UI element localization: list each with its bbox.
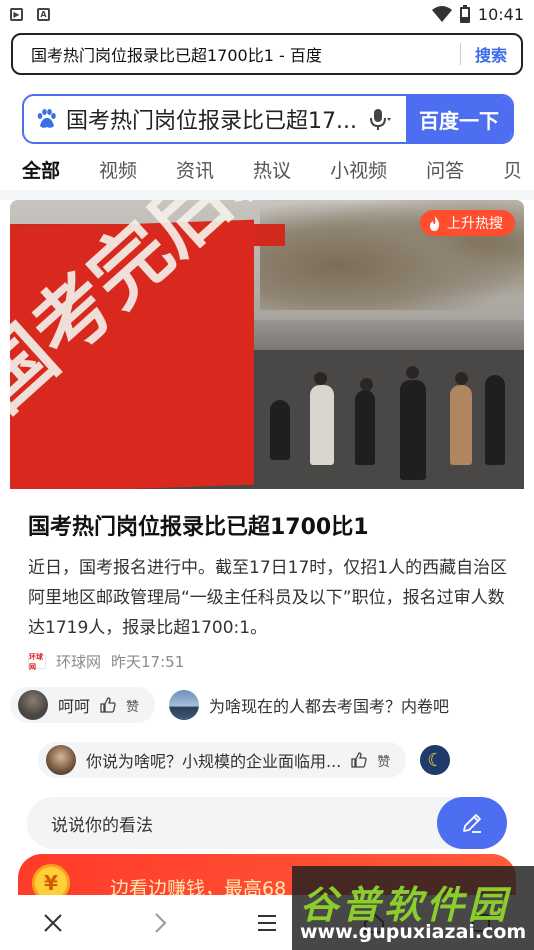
comment-chip[interactable]: ☾ [420, 742, 451, 778]
news-title[interactable]: 国考热门岗位报录比已超1700比1 [10, 509, 524, 541]
comment-text: 为啥现在的人都去考国考？内卷吧 [209, 697, 450, 716]
battery-icon [459, 5, 470, 23]
news-photo[interactable]: 国考完后就去 上升热搜 [10, 200, 524, 489]
comment-chip[interactable]: 你说为啥呢？小规模的企业面临用... 赞 [38, 742, 407, 778]
search-input[interactable]: 国考热门岗位报录比已超17... [24, 96, 406, 142]
comment-chip[interactable]: 为啥现在的人都去考国考？内卷吧 [169, 687, 466, 723]
search-box: 国考热门岗位报录比已超17... 百度一下 [22, 94, 514, 144]
source-logo: 环球网 [28, 653, 46, 671]
comment-row-1: 呵呵 赞 为啥现在的人都去考国考？内卷吧 [10, 687, 534, 723]
address-divider [459, 43, 461, 65]
like-label[interactable]: 赞 [126, 696, 139, 715]
like-label[interactable]: 赞 [377, 751, 390, 770]
news-description: 近日，国考报名进行中。截至17日17时，仅招1人的西藏自治区阿里地区邮政管理局“… [28, 558, 508, 638]
hot-search-label: 上升热搜 [447, 216, 503, 232]
address-bar-text[interactable]: 国考热门岗位报录比已超1700比1 - 百度 [31, 42, 460, 66]
search-query[interactable]: 国考热门岗位报录比已超17... [66, 103, 358, 135]
tab-discussion[interactable]: 热议 [253, 152, 291, 188]
news-card[interactable]: 国考完后就去 上升热搜 国考热门岗位报录比已超1700比1 近日，国考报名进行中… [10, 200, 524, 900]
mic-icon[interactable] [366, 106, 392, 132]
tab-news[interactable]: 资讯 [176, 152, 214, 188]
pencil-icon [463, 814, 481, 833]
write-comment-button[interactable] [437, 797, 507, 849]
avatar [169, 690, 200, 720]
thumb-up-icon[interactable] [351, 752, 367, 768]
tab-all[interactable]: 全部 [22, 152, 60, 188]
address-bar[interactable]: 国考热门岗位报录比已超1700比1 - 百度 搜索 [11, 33, 523, 75]
comment-chip[interactable]: 呵呵 赞 [10, 687, 156, 723]
section-divider [0, 190, 534, 200]
tab-qa[interactable]: 问答 [426, 152, 464, 188]
clock: 10:41 [477, 4, 524, 24]
play-icon: ▶ [10, 7, 23, 21]
thumb-up-icon[interactable] [100, 697, 116, 713]
watermark-url: www.gupuxiazai.com [300, 921, 527, 943]
tab-more[interactable]: 贝 [503, 152, 522, 188]
a-icon: A [37, 7, 50, 21]
comment-row-2: 你说为啥呢？小规模的企业面临用... 赞 ☾ [10, 742, 534, 778]
avatar [46, 745, 76, 775]
fire-icon [430, 215, 440, 231]
tab-short-video[interactable]: 小视频 [330, 152, 387, 188]
crowd-person [485, 375, 505, 465]
address-search-button[interactable]: 搜索 [475, 42, 507, 66]
comment-placeholder: 说说你的看法 [51, 815, 153, 836]
crowd-person [355, 390, 375, 465]
status-bar: ▶ A 10:41 [0, 0, 534, 28]
comment-text: 你说为啥呢？小规模的企业面临用... [86, 752, 342, 771]
news-source: 环球网 环球网 昨天17:51 [10, 651, 524, 672]
crowd-person [400, 380, 426, 480]
result-tabs: 全部 视频 资讯 热议 小视频 问答 贝 [22, 152, 534, 188]
hot-search-badge: 上升热搜 [420, 210, 515, 236]
moon-avatar: ☾ [420, 745, 451, 775]
tab-video[interactable]: 视频 [99, 152, 137, 188]
comment-text: 呵呵 [58, 697, 91, 716]
baidu-search-button[interactable]: 百度一下 [406, 96, 512, 142]
crowd-person [310, 385, 334, 465]
comment-input[interactable]: 说说你的看法 [27, 797, 507, 849]
crowd-person [270, 400, 290, 460]
menu-icon[interactable] [254, 910, 280, 936]
paw-icon [37, 109, 56, 128]
close-icon[interactable] [40, 910, 66, 936]
forward-icon[interactable] [147, 910, 173, 936]
avatar [18, 690, 48, 720]
wifi-icon [431, 6, 452, 22]
source-name: 环球网 [56, 653, 102, 671]
publish-time: 昨天17:51 [111, 653, 185, 671]
crowd-person [450, 385, 472, 465]
